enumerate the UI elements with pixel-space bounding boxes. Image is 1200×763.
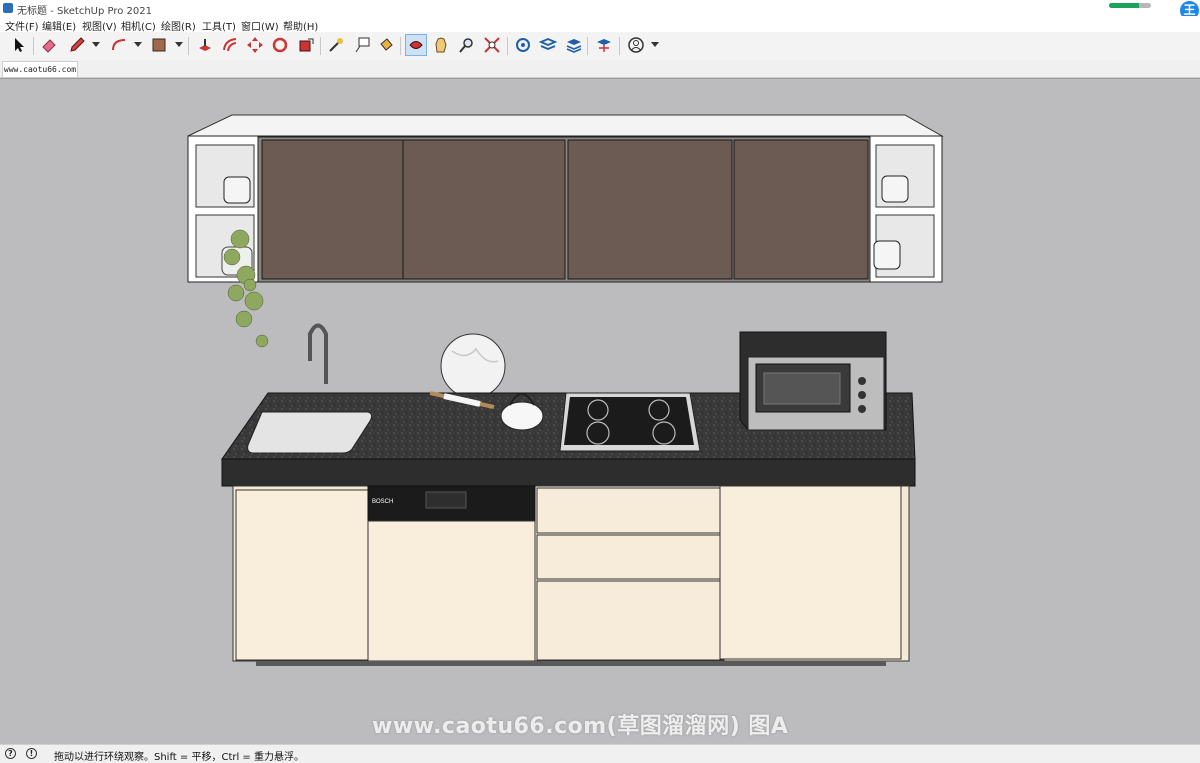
dishwasher-brand-label: BOSCH	[372, 499, 393, 505]
move-tool-icon[interactable]	[244, 34, 266, 56]
arc-dropdown-icon[interactable]	[134, 42, 142, 47]
status-bar: ? ! 拖动以进行环绕观察。Shift = 平移，Ctrl = 重力悬浮。	[0, 744, 1200, 763]
toolbar-separator	[320, 37, 321, 55]
tape-measure-tool-icon[interactable]	[325, 34, 347, 56]
cutting-board	[440, 333, 506, 399]
warehouse-tool-icon[interactable]	[512, 34, 534, 56]
faucet	[308, 323, 328, 384]
shape-tool-icon[interactable]	[148, 34, 170, 56]
toolbar-separator	[188, 37, 189, 55]
kitchen-model: BOSCH	[187, 114, 944, 666]
toolbar-separator	[587, 37, 588, 55]
sketchup-logo-icon	[3, 3, 13, 13]
upper-cabinet	[187, 114, 944, 283]
sync-progress-fill	[1109, 3, 1140, 8]
sync-progress-bar	[1109, 3, 1151, 8]
scene-tab-bar: www.caotu66.com	[0, 60, 1200, 78]
arc-tool-icon[interactable]	[108, 34, 130, 56]
select-tool-icon[interactable]	[8, 34, 30, 56]
scale-tool-icon[interactable]	[295, 34, 317, 56]
watermark: www.caotu66.com(草图溜溜网) 图A	[372, 714, 789, 739]
menu-bar: 文件(F) 编辑(E) 视图(V) 相机(C) 绘图(R) 工具(T) 窗口(W…	[0, 16, 1200, 33]
title-bar: 无标题 - SketchUp Pro 2021 王	[0, 0, 1200, 20]
main-toolbar	[0, 32, 1200, 60]
pencil-dropdown-icon[interactable]	[92, 42, 100, 47]
base-cabinet	[232, 485, 910, 666]
toolbar-separator	[33, 37, 34, 55]
menu-window[interactable]: 窗口(W)	[241, 18, 279, 33]
pencil-tool-icon[interactable]	[66, 34, 88, 56]
extension-tool-icon[interactable]	[537, 34, 559, 56]
push-pull-tool-icon[interactable]	[194, 34, 216, 56]
sandbox-tool-icon[interactable]	[593, 34, 615, 56]
menu-file[interactable]: 文件(F)	[5, 18, 39, 33]
zoom-tool-icon[interactable]	[455, 34, 477, 56]
shape-dropdown-icon[interactable]	[175, 42, 183, 47]
microwave	[739, 331, 887, 431]
account-dropdown-icon[interactable]	[651, 42, 659, 47]
info-icon[interactable]: !	[26, 748, 37, 759]
orbit-tool-icon[interactable]	[405, 34, 427, 56]
zoom-extents-tool-icon[interactable]	[481, 34, 503, 56]
status-text: 拖动以进行环绕观察。Shift = 平移，Ctrl = 重力悬浮。	[54, 752, 304, 763]
scene-tab[interactable]: www.caotu66.com	[2, 61, 78, 77]
menu-edit[interactable]: 编辑(E)	[42, 18, 76, 33]
model-viewport[interactable]: BOSCH	[0, 78, 1200, 745]
kettle	[500, 401, 544, 431]
rotate-tool-icon[interactable]	[269, 34, 291, 56]
window-title: 无标题 - SketchUp Pro 2021	[17, 6, 152, 17]
sink	[247, 411, 373, 454]
eraser-tool-icon[interactable]	[38, 34, 60, 56]
toolbar-separator	[400, 37, 401, 55]
menu-help[interactable]: 帮助(H)	[283, 18, 318, 33]
geo-location-icon[interactable]: ?	[5, 748, 16, 759]
menu-draw[interactable]: 绘图(R)	[161, 18, 196, 33]
menu-tools[interactable]: 工具(T)	[202, 18, 236, 33]
toolbar-separator	[507, 37, 508, 55]
layers-tool-icon[interactable]	[563, 34, 585, 56]
menu-camera[interactable]: 相机(C)	[121, 18, 156, 33]
pan-tool-icon[interactable]	[430, 34, 452, 56]
account-tool-icon[interactable]	[625, 34, 647, 56]
text-tool-icon[interactable]	[351, 34, 373, 56]
menu-view[interactable]: 视图(V)	[82, 18, 117, 33]
toolbar-separator	[619, 37, 620, 55]
offset-tool-icon[interactable]	[219, 34, 241, 56]
paint-bucket-tool-icon[interactable]	[375, 34, 397, 56]
